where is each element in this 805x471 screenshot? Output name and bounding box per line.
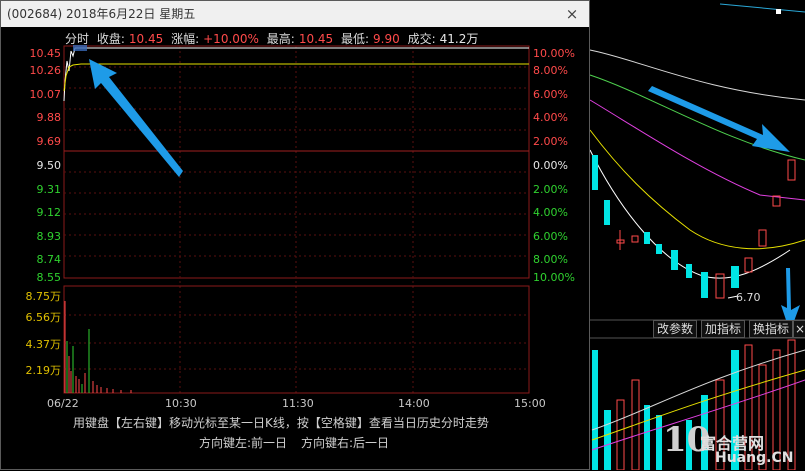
pct-axis-label: 8.00% — [533, 253, 568, 266]
volume-axis-label: 4.37万 — [25, 338, 62, 351]
time-axis-label: 11:30 — [282, 397, 314, 410]
next-day-hint: 方向键右:后一日 — [301, 436, 390, 450]
pct-axis-label: 2.00% — [533, 183, 568, 196]
time-axis-label: 15:00 — [514, 397, 546, 410]
time-axis-label: 14:00 — [398, 397, 430, 410]
watermark-domain: Huang.CN — [715, 450, 794, 466]
price-axis-label: 9.12 — [36, 206, 62, 219]
price-axis-label: 9.31 — [36, 183, 62, 196]
pct-axis-label: 0.00% — [533, 159, 568, 172]
volume-axis-label: 2.19万 — [25, 364, 62, 377]
price-axis-label: 10.26 — [29, 64, 62, 77]
prev-day-hint: 方向键左:前一日 — [199, 436, 288, 450]
switch-indicator-button[interactable]: 换指标 — [749, 320, 794, 338]
keyboard-hint: 用键盘【左右键】移动光标至某一日K线，按【空格键】查看当日历史分时走势 — [73, 416, 489, 430]
close-indicator-icon[interactable]: × — [793, 320, 805, 338]
pct-axis-label: 8.00% — [533, 64, 568, 77]
intraday-popup: (002684) 2018年6月22日 星期五 × 分时 收盘: 10.45 涨幅… — [0, 0, 590, 470]
price-axis-label: 8.55 — [36, 271, 62, 284]
price-axis-label: 10.45 — [29, 47, 62, 60]
pct-axis-label: 10.00% — [533, 47, 575, 60]
price-axis-label: 8.74 — [36, 253, 62, 266]
pct-axis-label: 4.00% — [533, 206, 568, 219]
pct-axis-label: 6.00% — [533, 230, 568, 243]
price-axis-label: 9.88 — [36, 111, 62, 124]
pct-axis-label: 4.00% — [533, 111, 568, 124]
price-axis-label: 10.07 — [29, 88, 62, 101]
price-axis-label: 8.93 — [36, 230, 62, 243]
pct-axis-label: 6.00% — [533, 88, 568, 101]
pct-axis-label: 10.00% — [533, 271, 575, 284]
low-price-label: 6.70 — [736, 291, 761, 304]
time-axis-label: 10:30 — [165, 397, 197, 410]
pct-axis-label: 2.00% — [533, 135, 568, 148]
add-indicator-button[interactable]: 加指标 — [701, 320, 746, 338]
time-axis-label: 06/22 — [47, 397, 79, 410]
price-axis-label: 9.69 — [36, 135, 62, 148]
volume-axis-label: 8.75万 — [25, 290, 62, 303]
volume-axis-label: 6.56万 — [25, 311, 62, 324]
edit-params-button[interactable]: 改参数 — [653, 320, 698, 338]
price-axis-label: 9.50 — [36, 159, 62, 172]
